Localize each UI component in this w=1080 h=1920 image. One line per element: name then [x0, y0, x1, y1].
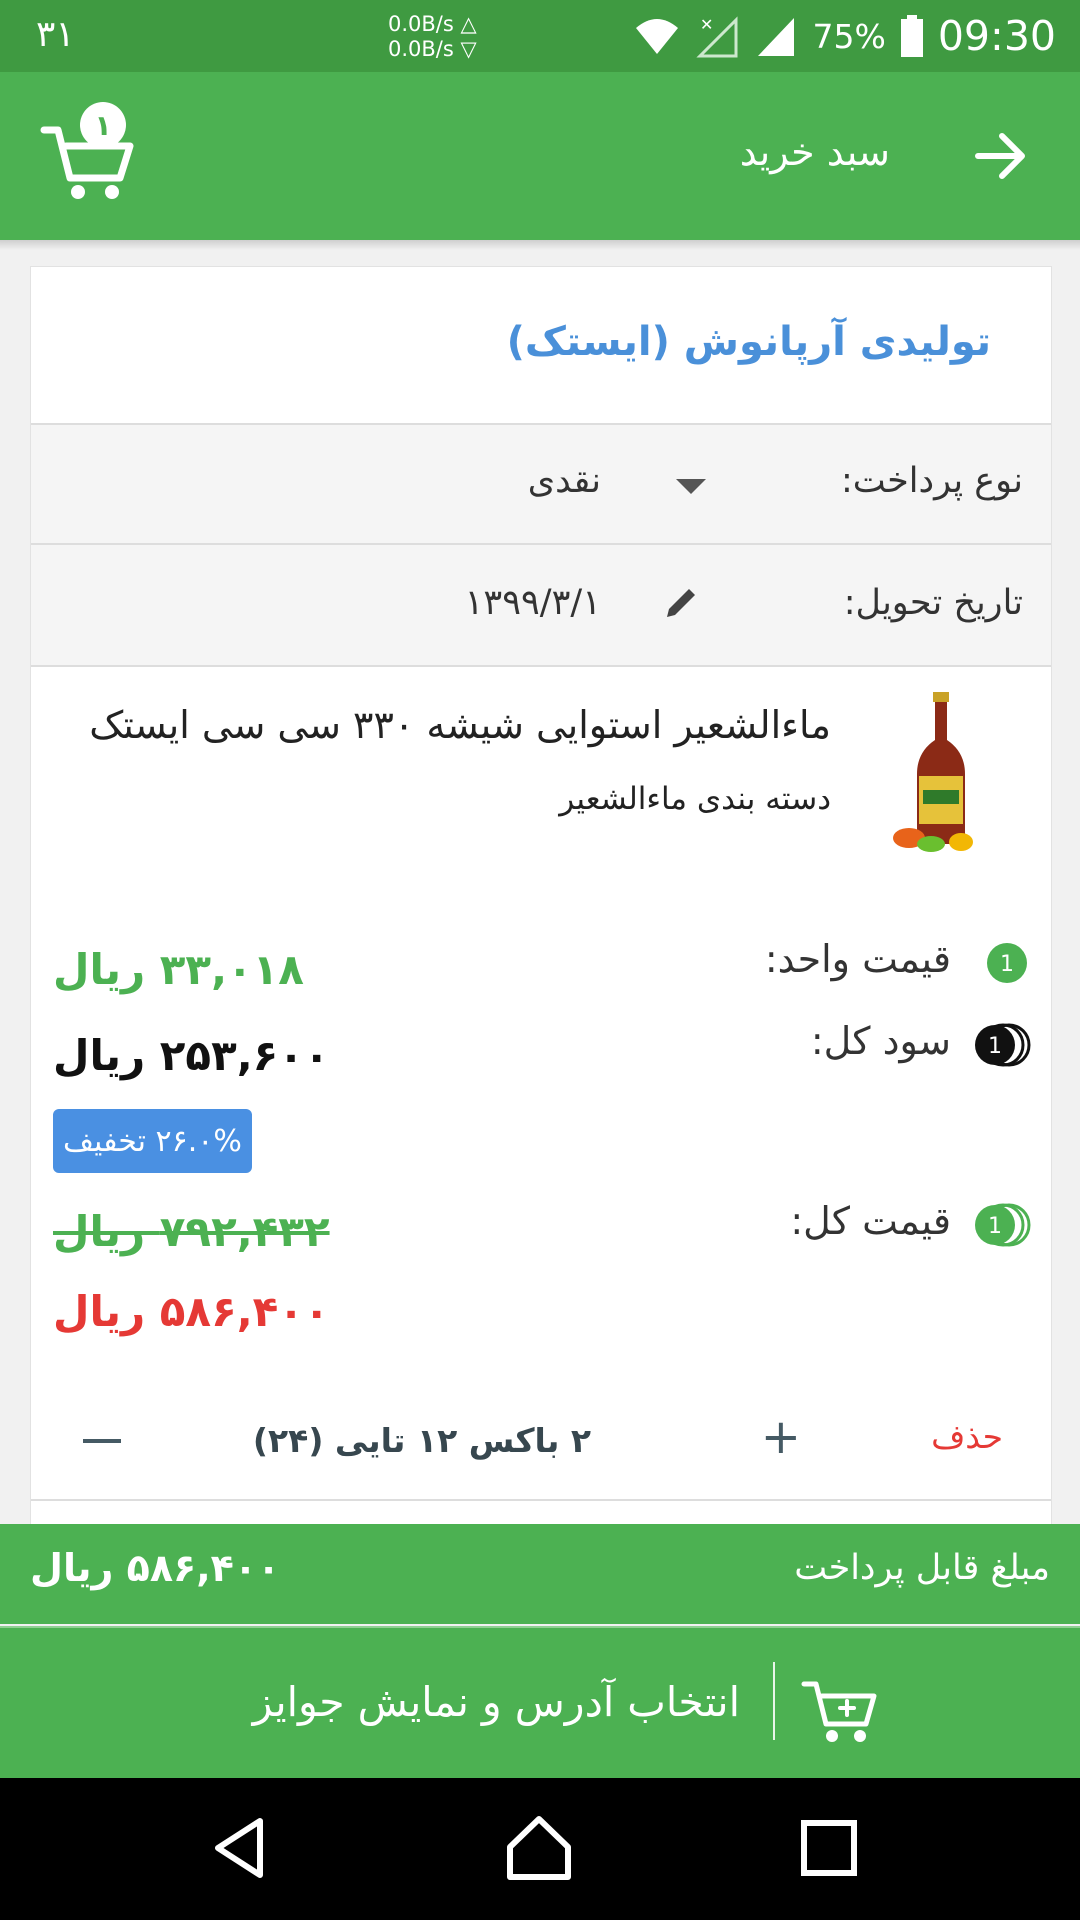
- app-bar-shadow: [0, 240, 1080, 250]
- clock: 09:30: [937, 12, 1056, 60]
- page-title: سبد خرید: [739, 130, 890, 174]
- payment-type-label: نوع پرداخت:: [841, 461, 1023, 501]
- home-icon[interactable]: [504, 1813, 574, 1883]
- no-signal-icon: ✕: [696, 15, 738, 58]
- supplier-name[interactable]: تولیدی آرپانوش (ایستک): [507, 319, 991, 365]
- divider: [31, 665, 1051, 667]
- delivery-date-row[interactable]: تاریخ تحویل: ۱۳۹۹/۳/۱: [31, 545, 1051, 665]
- unit-price-label: قیمت واحد:: [764, 937, 951, 981]
- payment-type-row[interactable]: نوع پرداخت: نقدی: [31, 425, 1051, 543]
- dropdown-arrow-icon[interactable]: [676, 479, 706, 494]
- delete-button[interactable]: حذف: [931, 1417, 1003, 1456]
- net-down-speed: 0.0B/s ▽: [388, 37, 477, 61]
- battery-icon: [900, 15, 923, 57]
- arrow-forward-icon[interactable]: [972, 126, 1032, 186]
- app-bar: سبد خرید ۱: [0, 72, 1080, 240]
- system-nav-bar: [0, 1778, 1080, 1920]
- minus-icon[interactable]: [83, 1439, 121, 1443]
- cart-icon: [801, 1681, 877, 1742]
- total-price-info-icon[interactable]: 1: [973, 1203, 1031, 1247]
- plus-icon[interactable]: +: [761, 1409, 801, 1465]
- delivery-date-value[interactable]: ۱۳۹۹/۳/۱: [465, 583, 601, 623]
- wifi-icon: [636, 19, 679, 54]
- payment-type-value[interactable]: نقدی: [528, 461, 601, 501]
- divider: [773, 1662, 775, 1740]
- unit-price-info-icon[interactable]: 1: [985, 941, 1029, 985]
- product-name: ماءالشعیر استوایی شیشه ۳۳۰ سی سی ایستک: [89, 703, 831, 747]
- battery-percent: 75%: [812, 16, 886, 56]
- net-up-speed: 0.0B/s △: [388, 12, 477, 36]
- svg-text:✕: ✕: [700, 15, 713, 34]
- quantity-stepper: حذف + ۲ باکس ۱۲ تایی (۲۴): [31, 1407, 1051, 1487]
- total-price-label: قیمت کل:: [790, 1199, 951, 1243]
- discount-badge: ۲۶.۰% تخفیف: [53, 1109, 252, 1173]
- notification-count: ۳۱: [36, 14, 75, 55]
- total-price-icon-number: 1: [988, 1214, 1002, 1239]
- payable-amount-bar: مبلغ قابل پرداخت ۵۸۶,۴۰۰ ریال: [0, 1524, 1080, 1624]
- quantity-value: ۲ باکس ۱۲ تایی (۲۴): [252, 1421, 591, 1460]
- divider: [31, 1499, 1051, 1501]
- edit-pencil-icon[interactable]: [661, 583, 701, 623]
- payable-amount-label: مبلغ قابل پرداخت: [794, 1548, 1050, 1588]
- status-icons: ✕ 75% 09:30: [632, 10, 1056, 62]
- unit-price-value: ۳۳,۰۱۸ ریال: [53, 945, 304, 994]
- total-price-original: ۷۹۲,۴۳۲ ریال: [53, 1207, 330, 1256]
- total-profit-info-icon[interactable]: 1: [973, 1023, 1031, 1067]
- checkout-label: انتخاب آدرس و نمایش جوایز: [252, 1678, 740, 1726]
- checkout-button[interactable]: انتخاب آدرس و نمایش جوایز: [0, 1626, 1080, 1778]
- back-triangle-icon[interactable]: [206, 1813, 276, 1883]
- product-category: دسته بندی ماءالشعیر: [559, 781, 831, 817]
- product-image: [893, 692, 973, 852]
- unit-price-icon-number: 1: [1000, 952, 1014, 977]
- delivery-date-label: تاریخ تحویل:: [843, 583, 1023, 623]
- payable-amount-value: ۵۸۶,۴۰۰ ریال: [30, 1546, 281, 1590]
- total-price-discounted: ۵۸۶,۴۰۰ ریال: [53, 1287, 330, 1336]
- status-bar: ۳۱ 0.0B/s △ 0.0B/s ▽ ✕ 75% 09:30: [0, 0, 1080, 72]
- recents-square-icon[interactable]: [794, 1813, 864, 1883]
- total-profit-value: ۲۵۳,۶۰۰ ریال: [53, 1031, 330, 1080]
- network-speed: 0.0B/s △ 0.0B/s ▽: [388, 12, 477, 62]
- total-profit-label: سود کل:: [810, 1019, 951, 1063]
- cart-count-badge: ۱: [80, 102, 126, 148]
- cart-card: تولیدی آرپانوش (ایستک) نوع پرداخت: نقدی …: [30, 266, 1052, 1528]
- signal-icon: [758, 18, 795, 56]
- total-profit-icon-number: 1: [988, 1034, 1002, 1059]
